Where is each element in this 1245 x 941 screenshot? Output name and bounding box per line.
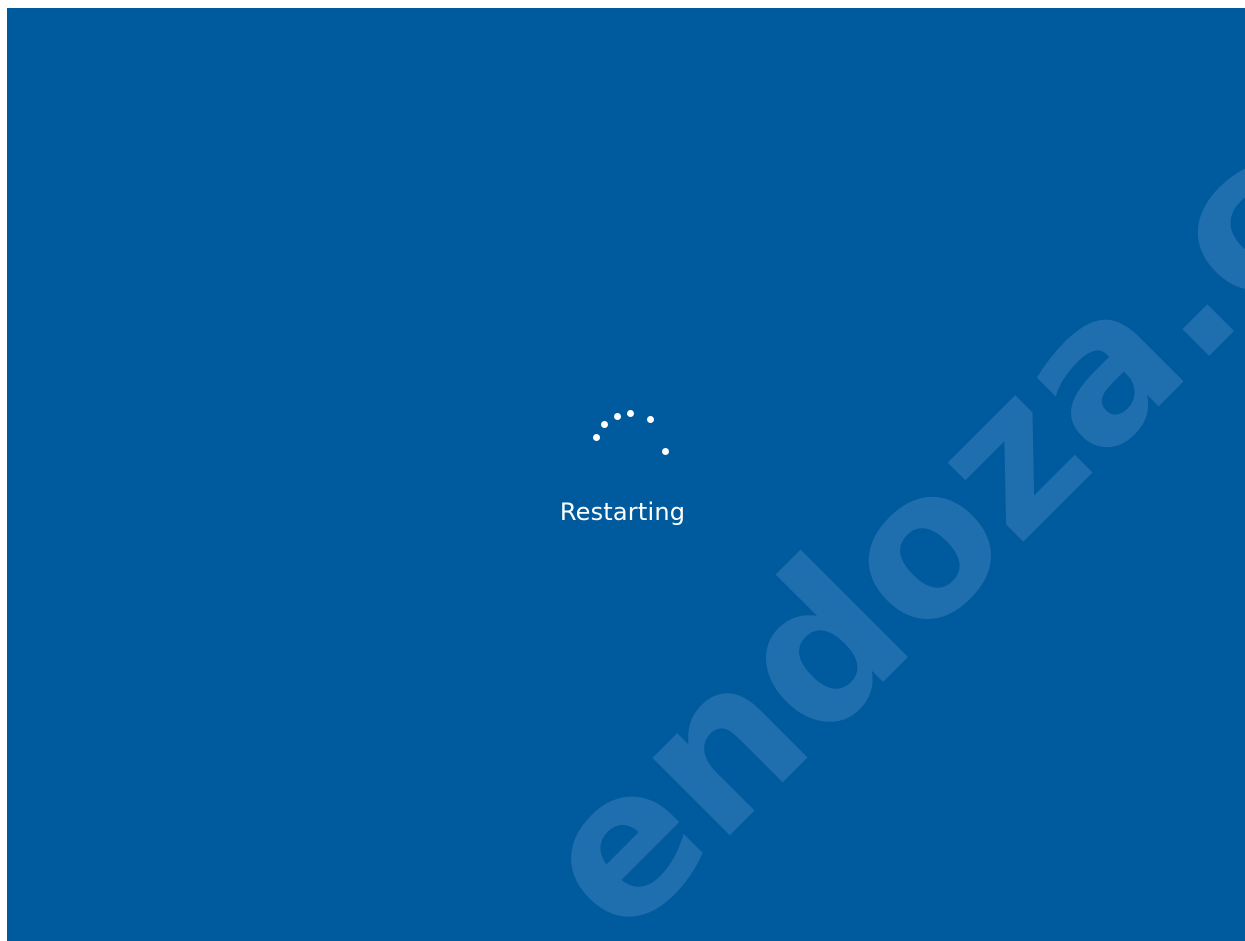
spinner-dot	[647, 416, 654, 423]
restarting-status-text: Restarting	[559, 498, 686, 526]
restart-screen: endoza.com	[7, 8, 1245, 941]
spinner-dot	[601, 421, 608, 428]
spinner-dot	[627, 410, 634, 417]
loading-dots-icon	[7, 8, 1245, 941]
spinner-dot	[662, 448, 669, 455]
spinner-dot	[614, 413, 621, 420]
spinner-dot	[593, 434, 600, 441]
